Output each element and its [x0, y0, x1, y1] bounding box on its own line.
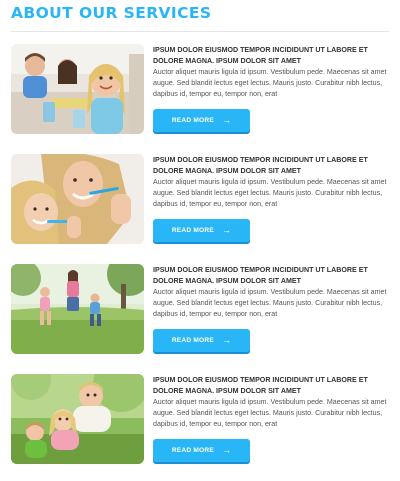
service-description: Auctor aliquet mauris ligula id ipsum. V…: [153, 398, 387, 428]
service-description: Auctor aliquet mauris ligula id ipsum. V…: [153, 68, 387, 98]
read-more-label: READ MORE: [171, 227, 214, 234]
children-eating-photo[interactable]: [11, 44, 144, 134]
service-title: IPSUM DOLOR EIUSMOD TEMPOR INCIDIDUNT UT…: [153, 156, 368, 175]
service-title: IPSUM DOLOR EIUSMOD TEMPOR INCIDIDUNT UT…: [153, 46, 368, 65]
children-playing-grass-photo[interactable]: [11, 374, 144, 464]
service-description: Auctor aliquet mauris ligula id ipsum. V…: [153, 288, 387, 318]
service-title: IPSUM DOLOR EIUSMOD TEMPOR INCIDIDUNT UT…: [153, 376, 368, 395]
mother-daughter-brushing-teeth-photo[interactable]: [11, 154, 144, 244]
read-more-button[interactable]: READ MORE →: [153, 109, 250, 132]
service-item: IPSUM DOLOR EIUSMOD TEMPOR INCIDIDUNT UT…: [0, 154, 400, 246]
service-item: IPSUM DOLOR EIUSMOD TEMPOR INCIDIDUNT UT…: [0, 264, 400, 356]
service-title: IPSUM DOLOR EIUSMOD TEMPOR INCIDIDUNT UT…: [153, 266, 368, 285]
arrow-right-icon: →: [221, 115, 232, 125]
read-more-label: READ MORE: [171, 447, 214, 454]
arrow-right-icon: →: [221, 335, 232, 345]
service-item: IPSUM DOLOR EIUSMOD TEMPOR INCIDIDUNT UT…: [0, 44, 400, 136]
read-more-button[interactable]: READ MORE →: [153, 329, 250, 352]
arrow-right-icon: →: [221, 445, 232, 455]
read-more-button[interactable]: READ MORE →: [153, 439, 250, 462]
service-description: Auctor aliquet mauris ligula id ipsum. V…: [153, 178, 387, 208]
read-more-label: READ MORE: [171, 337, 214, 344]
page-title: ABOUT OUR SERVICES: [11, 4, 212, 22]
read-more-label: READ MORE: [171, 117, 214, 124]
title-divider: [11, 31, 389, 32]
arrow-right-icon: →: [221, 225, 232, 235]
read-more-button[interactable]: READ MORE →: [153, 219, 250, 242]
family-running-park-photo[interactable]: [11, 264, 144, 354]
service-item: IPSUM DOLOR EIUSMOD TEMPOR INCIDIDUNT UT…: [0, 374, 400, 466]
